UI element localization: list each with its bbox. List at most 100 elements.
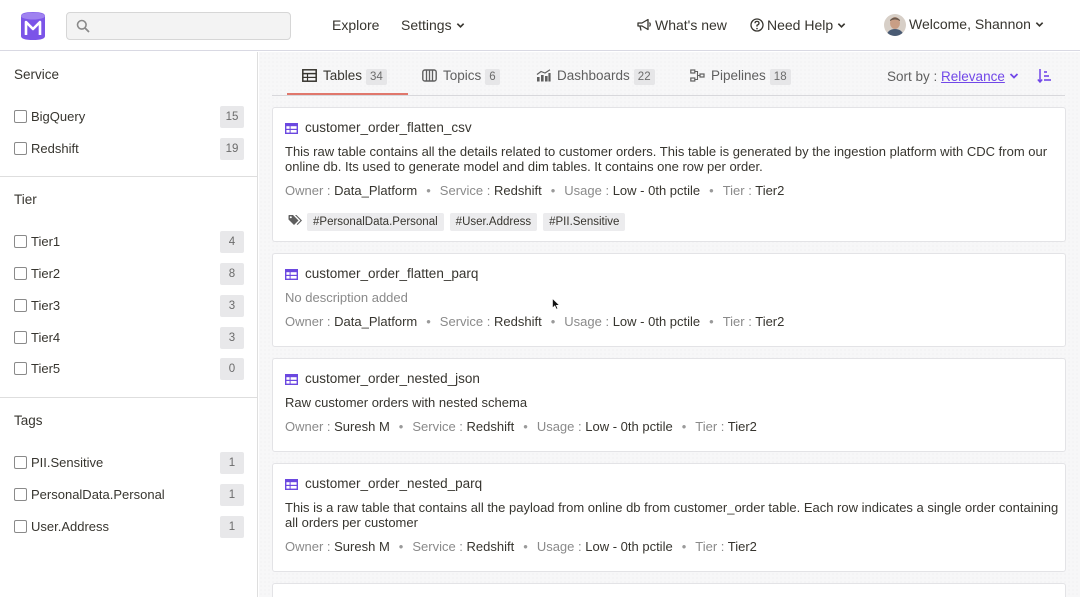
result-description: No description added (285, 290, 408, 305)
result-tags: #PersonalData.Personal #User.Address #PII.… (288, 212, 631, 231)
meta-tier-key: Tier : (695, 539, 725, 554)
sort-relevance-dropdown[interactable]: Relevance (941, 69, 1005, 84)
meta-service-value: Redshift (466, 539, 515, 554)
sidebar-divider (0, 176, 257, 177)
meta-tier-key: Tier : (722, 183, 752, 198)
facet-item-user-address[interactable]: User.Address 1 (14, 516, 244, 538)
meta-service-value: Redshift (466, 419, 515, 434)
tab-tables[interactable]: Tables 34 (302, 68, 387, 95)
mouse-cursor-icon (552, 298, 560, 310)
tab-label: Pipelines (711, 68, 766, 83)
facet-item-tier3[interactable]: Tier3 3 (14, 295, 244, 317)
facet-title-tier: Tier (14, 192, 37, 207)
result-title-link[interactable]: customer_order_nested_json (305, 371, 480, 386)
meta-tier-value: Tier2 (727, 539, 757, 554)
nav-explore-link[interactable]: Explore (332, 17, 379, 33)
tab-count-badge: 6 (485, 69, 500, 85)
result-card[interactable]: customer_order_nested_parq This is a raw… (272, 463, 1066, 572)
search-input[interactable] (97, 16, 282, 36)
app-logo-icon[interactable] (18, 10, 48, 42)
facet-item-label: User.Address (31, 519, 110, 534)
tag-chip[interactable]: #PersonalData.Personal (307, 213, 444, 231)
meta-owner-value: Suresh M (334, 419, 390, 434)
result-title-link[interactable]: customer_order_flatten_parq (305, 266, 478, 281)
table-icon (285, 123, 298, 134)
meta-owner-value: Data_Platform (334, 183, 418, 198)
table-icon (285, 479, 298, 490)
meta-owner-key: Owner : (285, 183, 331, 198)
facet-count-badge: 19 (220, 138, 244, 160)
chevron-down-icon (456, 23, 464, 28)
whats-new-link[interactable]: What's new (636, 17, 727, 33)
tag-chip[interactable]: #User.Address (449, 213, 538, 231)
search-box[interactable] (66, 12, 291, 40)
user-avatar[interactable] (884, 14, 906, 36)
facet-count-badge: 1 (220, 484, 244, 506)
checkbox[interactable] (14, 331, 27, 344)
tab-count-badge: 22 (633, 69, 655, 85)
need-help-label: Need Help (767, 17, 834, 33)
checkbox[interactable] (14, 520, 27, 533)
result-card[interactable]: customer_order_flatten_parq No descripti… (272, 253, 1066, 347)
facet-item-label: PII.Sensitive (31, 455, 104, 470)
sort-order-icon[interactable] (1037, 68, 1051, 83)
result-card[interactable] (272, 583, 1066, 597)
meta-usage-value: Low - 0th pctile (612, 314, 701, 329)
meta-owner-value: Data_Platform (334, 314, 418, 329)
checkbox[interactable] (14, 362, 27, 375)
checkbox[interactable] (14, 142, 27, 155)
result-meta: Owner : Data_Platform • Service : Redshift… (285, 183, 785, 198)
meta-service-key: Service : (439, 183, 491, 198)
checkbox[interactable] (14, 267, 27, 280)
facet-item-bigquery[interactable]: BigQuery 15 (14, 106, 244, 128)
sort-label: Sort by : (887, 69, 938, 84)
checkbox[interactable] (14, 488, 27, 501)
tags-icon (288, 215, 302, 225)
topic-icon (422, 69, 437, 82)
result-card[interactable]: customer_order_flatten_csv This raw tabl… (272, 107, 1066, 242)
meta-usage-value: Low - 0th pctile (585, 539, 673, 554)
megaphone-icon (637, 18, 651, 31)
result-description: Raw customer orders with nested schema (285, 395, 528, 410)
tab-dashboards[interactable]: Dashboards 22 (536, 68, 655, 95)
meta-tier-value: Tier2 (755, 314, 785, 329)
facet-item-label: Tier1 (31, 234, 61, 249)
checkbox[interactable] (14, 299, 27, 312)
user-menu-dropdown[interactable]: Welcome, Shannon (909, 16, 1044, 32)
pipeline-icon (690, 69, 705, 82)
meta-usage-value: Low - 0th pctile (585, 419, 673, 434)
facet-item-tier4[interactable]: Tier4 3 (14, 327, 244, 349)
facet-item-label: Tier3 (31, 298, 61, 313)
nav-settings-dropdown[interactable]: Settings (401, 17, 465, 33)
facet-item-personaldata-personal[interactable]: PersonalData.Personal 1 (14, 484, 244, 506)
facet-item-tier2[interactable]: Tier2 8 (14, 263, 244, 285)
tab-label: Dashboards (557, 68, 630, 83)
result-title-link[interactable]: customer_order_nested_parq (305, 476, 482, 491)
facet-item-redshift[interactable]: Redshift 19 (14, 138, 244, 160)
meta-usage-key: Usage : (564, 314, 610, 329)
whats-new-label: What's new (655, 17, 727, 33)
facet-item-tier5[interactable]: Tier5 0 (14, 358, 244, 380)
meta-tier-key: Tier : (695, 419, 725, 434)
tab-pipelines[interactable]: Pipelines 18 (690, 68, 791, 95)
result-meta: Owner : Data_Platform • Service : Redshift… (285, 314, 785, 329)
nav-settings-label: Settings (401, 17, 452, 33)
facet-count-badge: 1 (220, 516, 244, 538)
tab-label: Tables (323, 68, 363, 83)
checkbox[interactable] (14, 456, 27, 469)
facet-item-tier1[interactable]: Tier1 4 (14, 231, 244, 253)
checkbox[interactable] (14, 235, 27, 248)
need-help-dropdown[interactable]: Need Help (750, 17, 846, 33)
result-card[interactable]: customer_order_nested_json Raw customer … (272, 358, 1066, 452)
meta-tier-key: Tier : (722, 314, 752, 329)
facet-count-badge: 0 (220, 358, 244, 380)
facet-title-tags: Tags (14, 413, 43, 428)
tab-topics[interactable]: Topics 6 (422, 68, 500, 95)
facet-item-pii-sensitive[interactable]: PII.Sensitive 1 (14, 452, 244, 474)
facet-count-badge: 15 (220, 106, 244, 128)
checkbox[interactable] (14, 110, 27, 123)
result-title-link[interactable]: customer_order_flatten_csv (305, 120, 472, 135)
tag-chip[interactable]: #PII.Sensitive (543, 213, 626, 231)
chevron-down-icon[interactable] (1009, 71, 1019, 81)
meta-usage-key: Usage : (536, 539, 582, 554)
